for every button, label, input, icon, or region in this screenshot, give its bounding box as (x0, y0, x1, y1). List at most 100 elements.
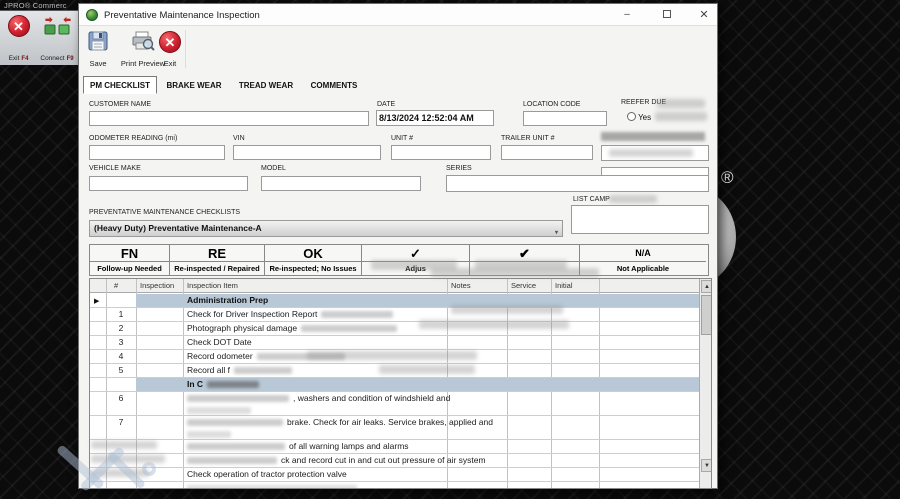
scroll-up-icon: ▲ (704, 284, 710, 290)
redacted-text (419, 320, 569, 329)
col-header-inspection: Inspection (140, 281, 174, 290)
connect-icon (43, 15, 71, 39)
table-row[interactable]: 6 , washers and condition of windshield … (90, 392, 699, 416)
redacted-text (187, 431, 231, 438)
redacted-text (601, 132, 705, 141)
background-app-toolbar: ExitF4 ConnectF9 (0, 10, 78, 65)
section-title: Administration Prep (187, 295, 268, 305)
redacted-text (301, 325, 397, 332)
dialog-titlebar[interactable]: Preventative Maintenance Inspection – ✕ (79, 4, 717, 26)
background-exit-label: Exit (9, 55, 20, 62)
legend-code: RE (170, 245, 264, 262)
trailer-unit-label: TRAILER UNIT # (501, 135, 555, 142)
table-row[interactable]: 3 Check DOT Date (90, 336, 699, 350)
list-campaigns-label: LIST CAMP (573, 196, 610, 203)
radio-icon (627, 112, 636, 121)
maximize-button[interactable] (652, 4, 682, 26)
legend-desc: Re-inspected; No Issues (265, 262, 361, 275)
background-exit-button[interactable]: ExitF4 (2, 12, 35, 64)
redacted-text (234, 367, 292, 374)
checklist-dropdown[interactable]: (Heavy Duty) Preventative Maintenance-A … (89, 220, 563, 237)
col-header-service: Service (511, 281, 536, 290)
inspection-item-text: Record odometer (187, 351, 345, 361)
trailer-unit-input[interactable] (501, 145, 593, 160)
dialog-exit-button[interactable]: Exit (157, 29, 183, 67)
table-row[interactable]: 2 Photograph physical damage (90, 322, 699, 336)
maximize-icon (663, 10, 671, 18)
tab-brake-wear[interactable]: BRAKE WEAR (159, 78, 229, 94)
row-number: 2 (106, 323, 136, 333)
dialog-title: Preventative Maintenance Inspection (104, 10, 260, 21)
legend-desc: Follow-up Needed (90, 262, 169, 275)
checklists-label: PREVENTATIVE MAINTENANCE CHECKLISTS (89, 209, 240, 216)
exit-icon (159, 31, 181, 53)
model-input[interactable] (261, 176, 421, 191)
jpro-app-icon (86, 9, 98, 21)
location-code-input[interactable] (523, 111, 607, 126)
table-row[interactable]: 7 brake. Check for air leaks. Service br… (90, 416, 699, 440)
tab-comments[interactable]: COMMENTS (303, 78, 365, 94)
redacted-text (379, 365, 475, 374)
watermark-ring (142, 462, 156, 476)
inspection-item-text: Check DOT Date (187, 337, 252, 347)
redacted-text (609, 149, 693, 157)
customer-name-input[interactable] (89, 111, 369, 126)
series-input[interactable] (446, 175, 709, 192)
scroll-up-button[interactable]: ▲ (701, 280, 712, 293)
background-connect-button[interactable]: ConnectF9 (37, 12, 77, 64)
unit-number-input[interactable] (391, 145, 491, 160)
inspection-item-text: Check for Driver Inspection Report (187, 309, 393, 319)
row-number: 1 (106, 309, 136, 319)
reefer-due-yes-option[interactable]: Yes (627, 112, 651, 122)
exit-label: Exit (164, 59, 177, 68)
inspection-item-text: Check operation of tractor protection va… (187, 469, 347, 479)
col-header-item: Inspection Item (187, 281, 238, 290)
reefer-yes-label: Yes (638, 113, 651, 122)
section-title: In C (187, 379, 259, 389)
table-row[interactable]: of all warning lamps and alarms (90, 440, 699, 454)
section-row[interactable]: ▶ Administration Prep (90, 294, 699, 308)
toolbar-divider (185, 30, 186, 68)
col-header-initial: Initial (555, 281, 573, 290)
redacted-text (431, 268, 599, 277)
unit-number-label: UNIT # (391, 135, 413, 142)
vin-input[interactable] (233, 145, 381, 160)
redacted-text (187, 419, 283, 426)
scroll-down-button[interactable]: ▼ (701, 459, 712, 472)
redacted-text (187, 395, 289, 402)
scroll-down-icon: ▼ (704, 463, 710, 469)
redacted-text (91, 441, 157, 449)
exit-fkey-label: F4 (21, 56, 28, 62)
table-row[interactable] (90, 482, 699, 489)
close-button[interactable]: ✕ (689, 4, 719, 26)
minimize-icon: – (624, 9, 630, 20)
save-button[interactable]: Save (83, 29, 113, 67)
inspection-item-text: Photograph physical damage (187, 323, 397, 333)
chevron-down-icon: ▾ (555, 226, 558, 241)
table-row[interactable]: Check operation of tractor protection va… (90, 468, 699, 482)
row-number: 3 (106, 337, 136, 347)
row-number: 6 (106, 393, 136, 403)
grid-scrollbar[interactable]: ▲ ▼ (699, 279, 712, 488)
redacted-text (451, 305, 563, 314)
list-campaigns-box[interactable] (571, 205, 709, 234)
scrollbar-thumb[interactable] (701, 295, 712, 335)
odometer-input[interactable] (89, 145, 225, 160)
row-selector-icon: ▶ (94, 297, 99, 305)
background-connect-label: Connect (40, 55, 64, 62)
vehicle-make-input[interactable] (89, 176, 248, 191)
tab-tread-wear[interactable]: TREAD WEAR (231, 78, 301, 94)
section-row[interactable]: In C (90, 378, 699, 392)
table-row[interactable]: 1 Check for Driver Inspection Report (90, 308, 699, 322)
inspection-grid: # Inspection Inspection Item Notes Servi… (89, 278, 712, 489)
col-header-num: # (114, 281, 118, 290)
table-row[interactable]: ck and record cut in and cut out pressur… (90, 454, 699, 468)
redacted-text (657, 99, 705, 108)
registered-trademark: ® (721, 168, 734, 188)
redacted-text (321, 311, 393, 318)
tab-pm-checklist[interactable]: PM CHECKLIST (83, 76, 157, 94)
minimize-button[interactable]: – (612, 4, 642, 26)
date-input[interactable] (376, 110, 494, 126)
save-label: Save (89, 59, 106, 68)
inspection-item-text: ck and record cut in and cut out pressur… (187, 455, 486, 465)
